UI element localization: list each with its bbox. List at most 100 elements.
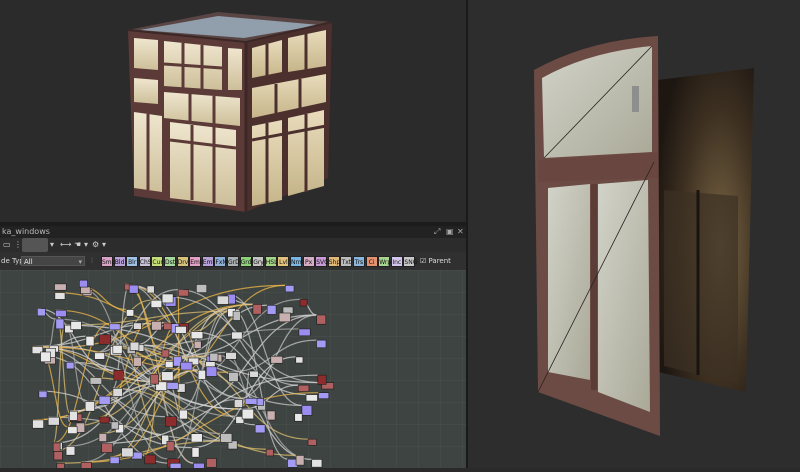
graph-node[interactable] (80, 462, 92, 468)
graph-node[interactable] (169, 462, 182, 468)
graph-node[interactable] (206, 458, 217, 468)
graph-node[interactable] (228, 371, 239, 382)
graph-node[interactable] (32, 419, 44, 429)
graph-node[interactable] (150, 374, 159, 385)
graph-node[interactable] (220, 433, 233, 443)
graph-node[interactable] (298, 328, 311, 337)
category-tag[interactable]: Cur (151, 256, 164, 267)
graph-node[interactable] (38, 390, 48, 398)
graph-node[interactable] (47, 416, 60, 426)
graph-node[interactable] (121, 447, 134, 458)
graph-node[interactable] (101, 443, 113, 453)
graph-node[interactable] (98, 433, 107, 442)
category-tag[interactable]: Shp (327, 256, 340, 267)
node-type-dropdown[interactable]: All ▾ (21, 256, 85, 266)
chevron-down-icon[interactable]: ▾ (50, 238, 54, 252)
graph-node[interactable] (56, 462, 65, 468)
checkbox-icon[interactable]: ☑ (420, 257, 426, 265)
chevron-down-icon[interactable]: ▾ (102, 238, 106, 252)
graph-node[interactable] (285, 285, 295, 293)
hand-icon[interactable]: ☚ (74, 238, 81, 252)
graph-node[interactable] (295, 356, 304, 364)
chevron-down-icon[interactable]: ▾ (84, 238, 88, 252)
category-tag[interactable]: Bld (113, 256, 126, 267)
category-tag[interactable]: FxM (214, 256, 228, 267)
category-tag[interactable]: Emb (189, 256, 204, 267)
graph-node[interactable] (177, 289, 189, 297)
graph-node[interactable] (196, 284, 208, 293)
gear-icon[interactable]: ⚙ (92, 238, 99, 252)
graph-node[interactable] (231, 331, 243, 340)
frame-icon[interactable]: ▭ (3, 238, 11, 252)
graph-node[interactable] (178, 409, 188, 420)
graph-node[interactable] (151, 320, 162, 331)
graph-node[interactable] (249, 370, 259, 378)
category-tag[interactable]: Trs (353, 256, 365, 267)
graph-node[interactable] (266, 304, 277, 315)
category-tag[interactable]: Ci (365, 256, 378, 267)
graph-node[interactable] (233, 399, 243, 408)
graph-node[interactable] (144, 454, 156, 465)
graph-node[interactable] (112, 388, 123, 397)
graph-node[interactable] (316, 339, 327, 349)
category-tag[interactable]: Emb (201, 256, 216, 267)
graph-node[interactable] (266, 410, 276, 421)
graph-node[interactable] (241, 408, 254, 420)
graph-node[interactable] (129, 341, 140, 351)
graph-node[interactable] (193, 462, 205, 468)
graph-node[interactable] (225, 352, 237, 360)
graph-node[interactable] (318, 392, 330, 400)
category-tag[interactable]: HSL (264, 256, 277, 267)
graph-node[interactable] (79, 279, 88, 288)
graph-node[interactable] (108, 323, 121, 331)
graph-node[interactable] (165, 416, 177, 427)
graph-node[interactable] (94, 352, 105, 360)
graph-node[interactable] (98, 395, 111, 405)
graph-node[interactable] (252, 304, 262, 315)
graph-node[interactable] (109, 456, 120, 464)
graph-node[interactable] (40, 351, 51, 363)
graph-node[interactable] (55, 318, 65, 330)
graph-node[interactable] (216, 295, 229, 305)
graph-node[interactable] (316, 314, 327, 325)
graph-node[interactable] (254, 424, 266, 434)
category-tag[interactable]: Drv (176, 256, 189, 267)
graph-node[interactable] (132, 356, 142, 367)
pin-icon[interactable]: ⤢ (434, 226, 440, 238)
graph-node[interactable] (54, 292, 66, 300)
close-icon[interactable]: ✕ (457, 226, 464, 238)
graph-node[interactable] (89, 377, 103, 385)
graph-node[interactable] (166, 382, 179, 390)
graph-node[interactable] (197, 369, 206, 380)
graph-node[interactable] (84, 401, 95, 412)
cube-3d-viewport[interactable] (0, 0, 466, 222)
category-tag[interactable]: ChS (138, 256, 152, 267)
graph-node[interactable] (70, 321, 82, 330)
category-tag[interactable]: Dst (164, 256, 176, 267)
graph-node[interactable] (69, 410, 78, 421)
graph-node[interactable] (161, 371, 174, 381)
graph-node[interactable] (301, 405, 313, 416)
graph-node[interactable] (128, 284, 139, 294)
graph-node[interactable] (166, 441, 175, 452)
graph-node[interactable] (209, 352, 219, 362)
graph-node[interactable] (65, 361, 75, 370)
graph-node[interactable] (307, 438, 317, 446)
link-mode-icon[interactable]: ⟷ (60, 238, 71, 252)
graph-node[interactable] (67, 426, 78, 434)
category-tag[interactable]: Lvl (277, 256, 290, 267)
graph-node[interactable] (191, 447, 200, 458)
graph-node[interactable] (294, 413, 303, 422)
zoom-preview-icon[interactable] (22, 238, 48, 252)
graph-node[interactable] (80, 286, 91, 294)
graph-node[interactable] (297, 384, 310, 392)
category-tag[interactable]: Nrm (290, 256, 304, 267)
graph-node[interactable] (265, 448, 274, 457)
category-tag[interactable]: Px (302, 256, 315, 267)
graph-node[interactable] (295, 455, 305, 466)
category-tag[interactable]: GrD (227, 256, 240, 267)
graph-node[interactable] (99, 416, 110, 424)
graph-node[interactable] (65, 446, 76, 456)
graph-node[interactable] (299, 299, 308, 307)
category-tag[interactable]: SVG (315, 256, 329, 267)
